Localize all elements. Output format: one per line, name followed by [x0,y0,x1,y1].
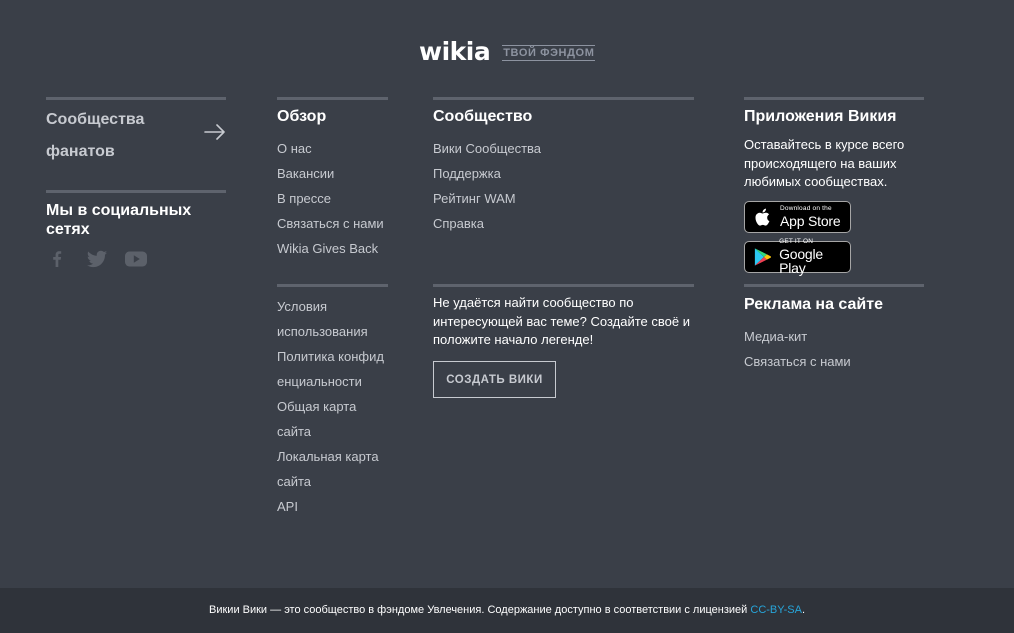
advertising-links: Медиа-кит Связаться с нами [744,324,924,374]
wikia-logo[interactable]: wikia [419,37,491,66]
privacy-policy-link[interactable]: Политика конфиденциальности [277,344,388,394]
media-kit-link[interactable]: Медиа-кит [744,324,924,349]
create-wiki-button[interactable]: СОЗДАТЬ ВИКИ [433,361,556,398]
contact-link[interactable]: Связаться с нами [277,211,388,236]
help-link[interactable]: Справка [433,211,694,236]
wikia-gives-back-link[interactable]: Wikia Gives Back [277,236,388,261]
create-wiki-prompt: Не удаётся найти сообщество по интересую… [433,295,690,347]
overview-links: О нас Вакансии В прессе Связаться с нами… [277,136,388,261]
google-play-small-text: GET IT ON [779,238,814,246]
youtube-link[interactable] [124,248,148,270]
facebook-link[interactable] [46,248,68,270]
arrow-right-icon [204,124,225,140]
youtube-icon [125,251,147,267]
divider [744,97,924,100]
apple-icon [755,208,770,226]
facebook-icon [53,251,62,267]
advertising-heading: Реклама на сайте [744,296,883,313]
community-links: Вики Сообщества Поддержка Рейтинг WAM Сп… [433,136,694,236]
about-link[interactable]: О нас [277,136,388,161]
global-sitemap-link[interactable]: Общая карта сайта [277,394,388,444]
local-sitemap-link[interactable]: Локальная карта сайта [277,444,388,494]
social-icons [46,248,148,270]
legal-links: Условия использования Политика конфиденц… [277,294,388,519]
divider [277,284,388,287]
divider [46,97,226,100]
google-play-big-text: Google Play [779,245,824,276]
overview-heading: Обзор [277,108,327,125]
google-play-badge[interactable]: GET IT ON Google Play [744,239,851,275]
app-store-badge[interactable]: Download on the App Store [744,201,851,233]
legal-bar: Викии Вики — это сообщество в фэндоме Ув… [0,588,1014,633]
twitter-icon [86,250,108,268]
google-play-icon [754,248,772,266]
app-store-small-text: Download on the [780,205,832,213]
fan-communities-label: Сообщества фанатов [46,111,145,160]
license-suffix: . [801,604,805,616]
support-link[interactable]: Поддержка [433,161,694,186]
tagline-link[interactable]: ТВОЙ ФЭНДОМ [502,45,596,61]
footer-brand: wikia ТВОЙ ФЭНДОМ [419,37,596,68]
app-store-text: Download on the App Store [780,205,841,229]
divider [46,190,226,193]
apps-heading: Приложения Викия [744,108,897,125]
google-play-text: GET IT ON Google Play [779,239,850,275]
advertising-contact-link[interactable]: Связаться с нами [744,349,924,374]
app-store-big-text: App Store [780,212,841,229]
careers-link[interactable]: Вакансии [277,161,388,186]
license-notice: Викии Вики — это сообщество в фэндоме Ув… [209,604,805,616]
divider [433,284,694,287]
press-link[interactable]: В прессе [277,186,388,211]
license-link[interactable]: CC-BY-SA [750,604,802,616]
fan-communities-link[interactable]: Сообщества фанатов [46,104,226,168]
community-heading: Сообщество [433,108,533,125]
terms-of-use-link[interactable]: Условия использования [277,294,388,344]
apps-description: Оставайтесь в курсе всего происходящего … [744,137,905,189]
divider [277,97,388,100]
site-footer: wikia ТВОЙ ФЭНДОМ Сообщества фанатов Мы … [0,0,1014,588]
divider [744,284,924,287]
divider [433,97,694,100]
community-central-link[interactable]: Вики Сообщества [433,136,694,161]
twitter-link[interactable] [86,248,108,270]
social-title: Мы в социальных сетях [46,202,192,238]
license-text: Викии Вики — это сообщество в фэндоме Ув… [209,604,751,616]
api-link[interactable]: API [277,494,388,519]
wikia-logo-text: wikia [419,37,491,66]
wam-score-link[interactable]: Рейтинг WAM [433,186,694,211]
